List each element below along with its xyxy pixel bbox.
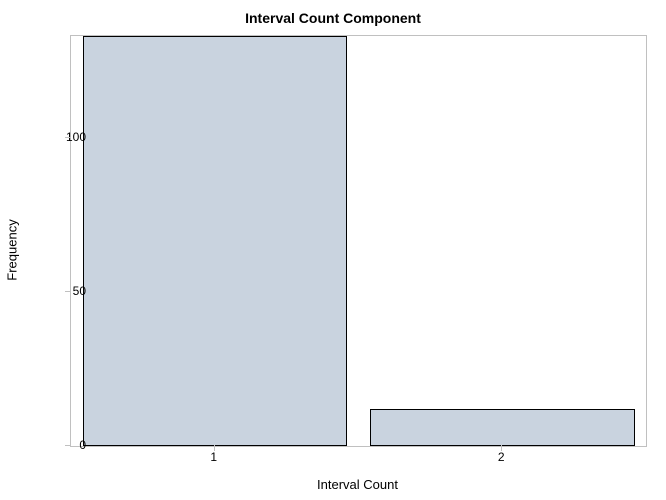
x-axis-label: Interval Count xyxy=(70,477,645,492)
x-tick-mark xyxy=(501,445,502,451)
y-tick-mark xyxy=(65,137,71,138)
x-tick-label: 1 xyxy=(210,450,217,464)
chart-title: Interval Count Component xyxy=(0,10,666,26)
bar xyxy=(370,409,635,446)
bar xyxy=(83,36,348,446)
y-tick-mark xyxy=(65,291,71,292)
chart-container: Interval Count Component Frequency 05010… xyxy=(0,0,666,500)
y-axis-label: Frequency xyxy=(5,219,20,280)
y-tick-mark xyxy=(65,445,71,446)
plot-area xyxy=(70,35,647,447)
x-tick-mark xyxy=(214,445,215,451)
x-tick-label: 2 xyxy=(498,450,505,464)
